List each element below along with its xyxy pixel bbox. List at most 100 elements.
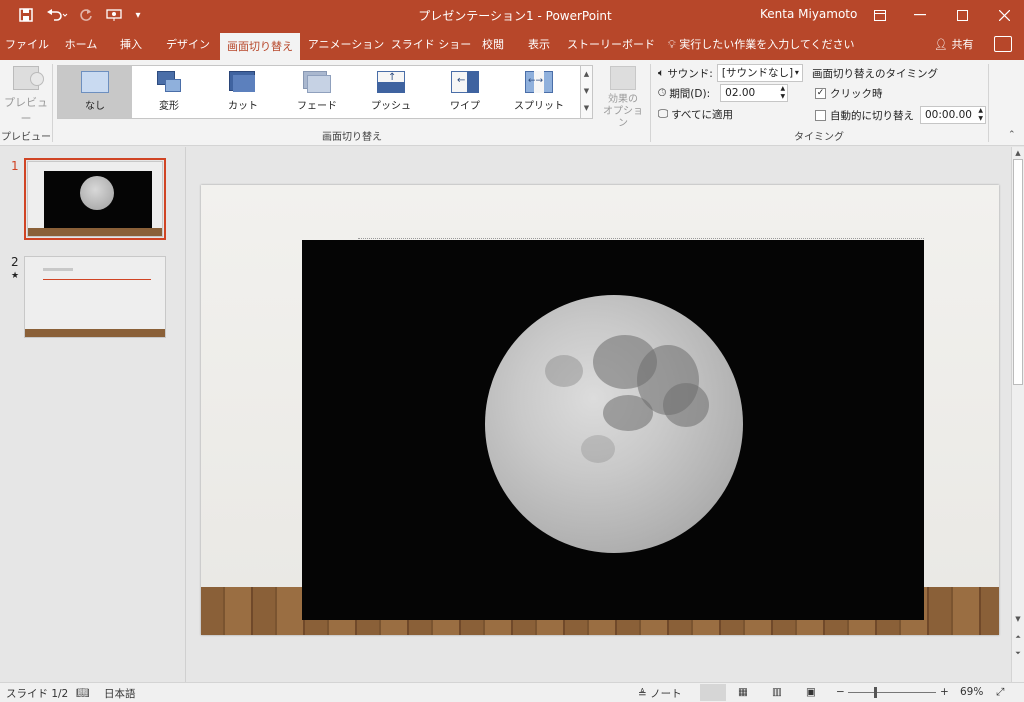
language-indicator[interactable]: 日本語	[104, 686, 136, 701]
moon-photo[interactable]	[302, 238, 924, 620]
redo-icon[interactable]	[74, 0, 98, 30]
tab-view[interactable]: 表示	[520, 30, 558, 60]
tab-home[interactable]: ホーム	[56, 30, 106, 60]
after-label: 自動的に切り替え	[830, 109, 914, 122]
split-transition-icon: ←→	[525, 71, 553, 93]
transition-label: ワイプ	[450, 101, 480, 112]
slide-thumbnail-1[interactable]	[24, 158, 166, 240]
transition-none[interactable]: なし	[58, 66, 132, 118]
apply-all-label: すべてに適用	[671, 109, 733, 121]
on-click-row[interactable]: ✓ クリック時	[815, 86, 883, 101]
tab-design[interactable]: デザイン	[160, 30, 216, 60]
transitions-group-label: 画面切り替え	[322, 132, 382, 143]
chevron-up-icon[interactable]: ▲	[581, 66, 592, 83]
user-name[interactable]: Kenta Miyamoto	[760, 7, 857, 21]
timing-group-label: タイミング	[794, 132, 844, 143]
next-slide-icon[interactable]: ⏷	[1012, 647, 1024, 659]
window-title: プレゼンテーション1 - PowerPoint	[418, 9, 612, 23]
transition-morph[interactable]: 変形	[132, 66, 206, 118]
slide-canvas[interactable]	[201, 185, 999, 635]
tab-slideshow[interactable]: スライド ショー	[390, 30, 472, 60]
ribbon: プレビュー プレビュー なし 変形 カット フェード ↑ プッシュ ← ワイプ …	[0, 60, 1024, 146]
transition-label: 変形	[159, 101, 179, 112]
gallery-more-icon[interactable]: ▼	[581, 100, 592, 117]
undo-icon[interactable]	[42, 0, 72, 30]
sound-row: 🔈︎ サウンド: [サウンドなし] ▾	[658, 64, 803, 82]
notes-label: ノート	[650, 688, 682, 700]
transition-split[interactable]: ←→ スプリット	[502, 66, 576, 118]
chevron-down-icon[interactable]: ▼	[581, 83, 592, 100]
status-bar: スライド 1/2 📖︎ 日本語 ≜ ノート ▦ ▥ ▣ − + 69% ⤢	[0, 682, 1024, 702]
after-time-input[interactable]: 00:00.00 ▲ ▼	[920, 106, 986, 124]
save-icon[interactable]	[14, 0, 38, 30]
tab-transitions[interactable]: 画面切り替え	[220, 33, 300, 60]
zoom-out-icon[interactable]: −	[836, 686, 845, 698]
duration-row: 🕓︎ 期間(D): 02.00 ▲ ▼	[658, 84, 789, 102]
scroll-thumb[interactable]	[1013, 159, 1023, 385]
transition-cut[interactable]: カット	[206, 66, 280, 118]
tell-me-search[interactable]: 💡︎ 実行したい作業を入力してください	[668, 30, 855, 60]
slide-editor	[187, 147, 1011, 682]
slide-thumbnail-2[interactable]	[24, 256, 166, 338]
comments-icon[interactable]	[994, 36, 1012, 52]
push-transition-icon: ↑	[377, 71, 405, 93]
collapse-ribbon-icon[interactable]: ⌃	[1008, 130, 1016, 140]
chevron-up-icon[interactable]: ▲	[1012, 147, 1024, 159]
tab-storyboard[interactable]: ストーリーボード	[566, 30, 656, 60]
notes-icon: ≜	[638, 688, 651, 700]
zoom-in-icon[interactable]: +	[940, 686, 949, 698]
tab-file[interactable]: ファイル	[0, 30, 54, 60]
minimize-icon[interactable]	[900, 0, 940, 30]
gallery-scroll[interactable]: ▲ ▼ ▼	[580, 65, 593, 119]
chevron-down-icon: ▾	[794, 68, 799, 77]
speaker-icon: 🔈︎	[658, 66, 665, 79]
transition-fade[interactable]: フェード	[280, 66, 354, 118]
slideshow-icon[interactable]: ▣	[806, 686, 816, 698]
zoom-level[interactable]: 69%	[960, 686, 983, 698]
slide-number: 2	[11, 255, 19, 269]
duration-input[interactable]: 02.00 ▲ ▼	[720, 84, 789, 102]
effect-options-button[interactable]: 効果の オプション	[600, 64, 646, 129]
chevron-down-icon[interactable]: ▼	[1012, 613, 1024, 625]
maximize-icon[interactable]	[942, 0, 982, 30]
tab-review[interactable]: 校閲	[474, 30, 512, 60]
slide-sorter-icon[interactable]: ▦	[738, 686, 748, 698]
slide-thumbnail-image	[27, 161, 163, 237]
reading-view-icon[interactable]: ▥	[772, 686, 782, 698]
normal-view-icon[interactable]	[700, 684, 726, 701]
tab-insert[interactable]: 挿入	[110, 30, 152, 60]
close-icon[interactable]	[984, 0, 1024, 30]
customize-toolbar-icon[interactable]: ▾	[126, 0, 150, 30]
animation-marker: ★	[11, 271, 20, 281]
after-checkbox[interactable]	[815, 109, 826, 121]
zoom-slider-handle[interactable]	[874, 687, 877, 698]
fit-to-window-icon[interactable]: ⤢	[996, 686, 1004, 699]
spell-check-icon[interactable]: 📖︎	[76, 686, 89, 699]
slide-number: 1	[11, 159, 19, 173]
previous-slide-icon[interactable]: ⏶	[1012, 631, 1024, 643]
zoom-slider[interactable]	[848, 692, 936, 693]
effect-options-line1: 効果の	[608, 94, 638, 105]
apply-all-button[interactable]: 🖵︎ すべてに適用	[658, 107, 733, 122]
cut-transition-icon	[229, 71, 257, 93]
present-from-start-icon[interactable]	[102, 0, 126, 30]
vertical-scrollbar[interactable]: ▲ ▼ ⏶ ⏷	[1011, 147, 1024, 682]
tab-animations[interactable]: アニメーション	[306, 30, 386, 60]
after-value: 00:00.00	[925, 109, 972, 121]
ribbon-tabs: ファイル ホーム 挿入 デザイン 画面切り替え アニメーション スライド ショー…	[0, 30, 1024, 60]
fade-transition-icon	[303, 71, 331, 93]
notes-button[interactable]: ≜ ノート	[638, 686, 682, 701]
share-label: 共有	[951, 38, 974, 51]
transition-wipe[interactable]: ← ワイプ	[428, 66, 502, 118]
transition-push[interactable]: ↑ プッシュ	[354, 66, 428, 118]
sound-select[interactable]: [サウンドなし] ▾	[716, 64, 803, 82]
ribbon-display-options-icon[interactable]	[860, 0, 900, 30]
transition-label: カット	[228, 101, 258, 112]
share-button[interactable]: 👤︎ 共有	[934, 30, 973, 60]
transition-label: プッシュ	[371, 101, 411, 112]
on-click-checkbox[interactable]: ✓	[815, 88, 826, 99]
preview-button[interactable]: プレビュー	[4, 64, 48, 125]
clock-icon: 🕓︎	[658, 86, 667, 99]
spinner-icon[interactable]: ▲ ▼	[978, 107, 983, 123]
spinner-icon[interactable]: ▲ ▼	[781, 85, 786, 101]
